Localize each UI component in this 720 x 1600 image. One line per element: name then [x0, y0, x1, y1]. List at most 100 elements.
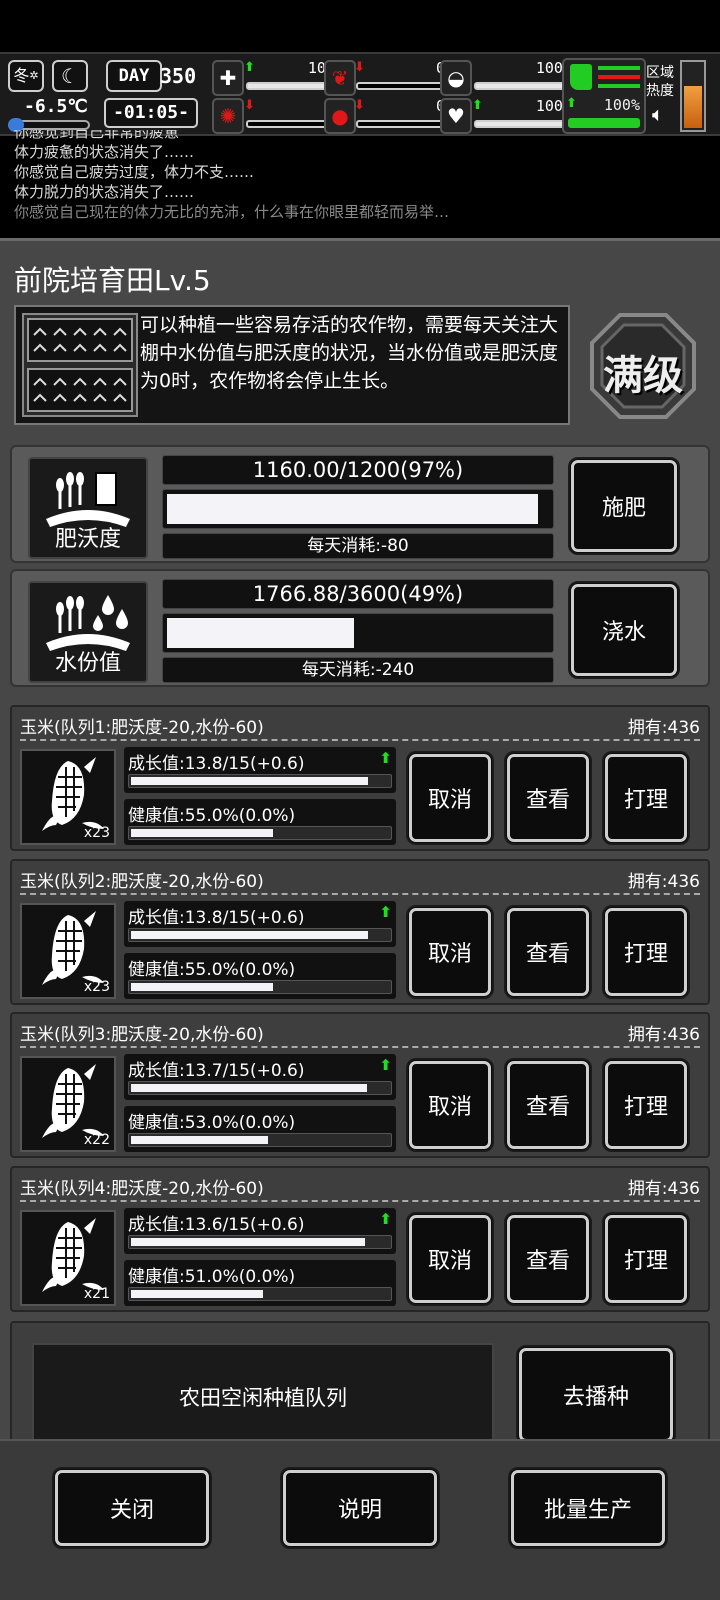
- health-stat: 健康值:55.0%(0.0%): [124, 953, 396, 999]
- stat-mood: 100%: [472, 60, 576, 98]
- field-panel: 前院培育田Lv.5 可以种植一些容易存活的农作物，需要每天关注大棚中水份值与肥沃…: [0, 238, 720, 1600]
- fertility-value: 1160.00/1200(97%): [162, 455, 554, 485]
- health-fill: [131, 1290, 263, 1298]
- tend-button[interactable]: 打理: [602, 751, 690, 845]
- queue-title: 玉米(队列2:肥沃度-20,水份-60): [20, 872, 264, 892]
- growth-label: 成长值:13.6/15(+0.6): [128, 1215, 305, 1235]
- queue-title: 玉米(队列3:肥沃度-20,水份-60): [20, 1025, 264, 1045]
- fertility-label: 肥沃度: [54, 527, 121, 552]
- zone-label-line2: 热度: [646, 83, 674, 99]
- speaker-icon[interactable]: 🔈︎: [652, 102, 664, 126]
- stomach-icon: ❦: [324, 60, 356, 96]
- health-track: [128, 1287, 392, 1301]
- fertility-fill: [167, 494, 538, 524]
- water-bar: [162, 613, 554, 653]
- thermometer-bar: [8, 118, 90, 132]
- health-fill: [131, 983, 273, 991]
- growth-fill: [131, 1084, 367, 1092]
- clock-readout: -01:05-: [104, 98, 198, 128]
- fertilize-button[interactable]: 施肥: [568, 457, 680, 555]
- tend-button[interactable]: 打理: [602, 905, 690, 999]
- corn-icon: x23: [20, 903, 116, 999]
- trend-up-icon: ⬆: [472, 98, 483, 113]
- queue-title: 玉米(队列4:肥沃度-20,水份-60): [20, 1179, 264, 1199]
- batch-produce-button[interactable]: 批量生产: [508, 1467, 668, 1549]
- fertility-row: 肥沃度 1160.00/1200(97%) 每天消耗:-80 施肥: [10, 445, 710, 563]
- water-row: 水份值 1766.88/3600(49%) 每天消耗:-240 浇水: [10, 569, 710, 687]
- growth-label: 成长值:13.8/15(+0.6): [128, 908, 305, 928]
- divider: [20, 739, 700, 741]
- close-button[interactable]: 关闭: [52, 1467, 212, 1549]
- idle-queue-text: 农田空闲种植队列: [179, 1386, 347, 1410]
- growth-track: [128, 928, 392, 942]
- corn-icon: x23: [20, 749, 116, 845]
- growth-fill: [131, 777, 369, 785]
- bottom-bar: 关闭 说明 批量生产: [0, 1439, 720, 1600]
- boot-icon: [570, 64, 592, 90]
- tend-button[interactable]: 打理: [602, 1058, 690, 1152]
- log-line: 你感觉到自己非常的疲惫: [14, 130, 180, 141]
- growth-track: [128, 1081, 392, 1095]
- go-plant-button[interactable]: 去播种: [516, 1345, 676, 1445]
- medkit-icon: ✚: [212, 60, 244, 96]
- zone-heat-meter: [680, 60, 706, 132]
- stat-track: [474, 82, 572, 90]
- health-fill: [131, 829, 273, 837]
- field-description-box: 可以种植一些容易存活的农作物，需要每天关注大棚中水份值与肥沃度的状况，当水份值或…: [14, 305, 570, 425]
- brain-icon: ✺: [212, 98, 244, 134]
- queue-count: x22: [83, 1132, 110, 1148]
- growth-label: 成长值:13.8/15(+0.6): [128, 754, 305, 774]
- stamina-value: 100%: [603, 96, 640, 114]
- fertility-bar: [162, 489, 554, 529]
- fertility-icon: 肥沃度: [28, 457, 148, 559]
- log-line: 你感觉自己疲劳过度，体力不支……: [14, 163, 255, 181]
- view-button[interactable]: 查看: [504, 1212, 592, 1306]
- cancel-button[interactable]: 取消: [406, 1212, 494, 1306]
- day-label: DAY: [106, 60, 162, 92]
- health-stat: 健康值:51.0%(0.0%): [124, 1260, 396, 1306]
- field-description: 可以种植一些容易存活的农作物，需要每天关注大棚中水份值与肥沃度的状况，当水份值或…: [140, 314, 559, 392]
- stamina-fill: [570, 120, 638, 126]
- queue-owned: 拥有:436: [627, 1025, 700, 1045]
- status-bar: 冬✲ ☾ -6.5℃ DAY 350 -01:05- ✚ ⬆ 100% ❦ ⬇ …: [0, 52, 720, 136]
- cancel-button[interactable]: 取消: [406, 1058, 494, 1152]
- zone-heat-label: 区域 热度: [646, 64, 674, 100]
- trend-down-icon: ⬇: [244, 98, 255, 113]
- growth-stat: 成长值:13.8/15(+0.6) ⬆: [124, 747, 396, 793]
- cancel-button[interactable]: 取消: [406, 905, 494, 999]
- view-button[interactable]: 查看: [504, 1058, 592, 1152]
- water-button[interactable]: 浇水: [568, 581, 680, 679]
- face-icon: ◒: [440, 60, 472, 96]
- divider: [20, 1046, 700, 1048]
- field-title: 前院培育田Lv.5: [14, 264, 211, 297]
- trend-up-icon: ⬆: [566, 96, 577, 111]
- day-counter: 350: [160, 64, 197, 88]
- fertility-usage: 每天消耗:-80: [162, 533, 554, 559]
- growth-label: 成长值:13.7/15(+0.6): [128, 1061, 305, 1081]
- queue-owned: 拥有:436: [627, 718, 700, 738]
- season-label: 冬: [13, 66, 30, 85]
- health-track: [128, 1133, 392, 1147]
- view-button[interactable]: 查看: [504, 751, 592, 845]
- help-button[interactable]: 说明: [280, 1467, 440, 1549]
- water-fill: [167, 618, 355, 648]
- trend-up-icon: ⬆: [379, 1210, 392, 1228]
- queue-title: 玉米(队列1:肥沃度-20,水份-60): [20, 718, 264, 738]
- view-button[interactable]: 查看: [504, 905, 592, 999]
- queue-card: 玉米(队列2:肥沃度-20,水份-60) 拥有:436 x23 成长值:13.8/15…: [10, 859, 710, 1005]
- health-stat: 健康值:53.0%(0.0%): [124, 1106, 396, 1152]
- tend-button[interactable]: 打理: [602, 1212, 690, 1306]
- health-stat: 健康值:55.0%(0.0%): [124, 799, 396, 845]
- queue-count: x23: [83, 825, 110, 841]
- water-icon: 水份值: [28, 581, 148, 683]
- divider: [20, 1200, 700, 1202]
- growth-stat: 成长值:13.7/15(+0.6) ⬆: [124, 1054, 396, 1100]
- queue-count: x23: [83, 979, 110, 995]
- water-label: 水份值: [54, 651, 121, 676]
- growth-fill: [131, 931, 369, 939]
- growth-fill: [131, 1238, 365, 1246]
- stat-track: [474, 120, 572, 128]
- trend-down-icon: ⬇: [354, 60, 365, 75]
- health-fill: [131, 1136, 268, 1144]
- cancel-button[interactable]: 取消: [406, 751, 494, 845]
